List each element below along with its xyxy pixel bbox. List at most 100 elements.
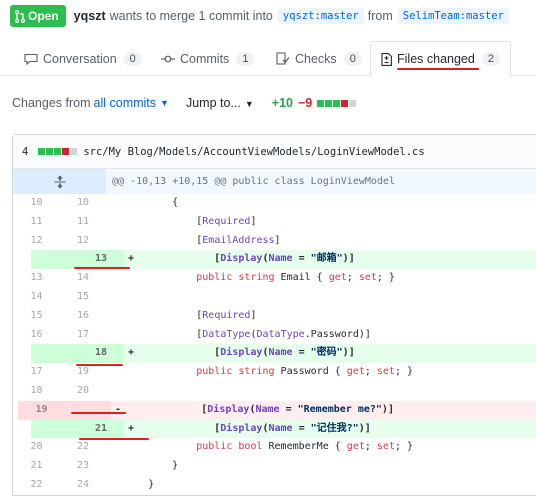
diff-marker: +	[128, 347, 135, 359]
code-line: }	[106, 476, 536, 495]
file-path[interactable]: src/My Blog/Models/AccountViewModels/Log…	[83, 146, 424, 158]
new-line-number[interactable]: 21	[78, 419, 124, 439]
old-line-number[interactable]: 11	[13, 213, 60, 232]
comment-icon	[24, 53, 38, 65]
code-text: [DataType(DataType.Password)]	[124, 328, 371, 340]
code-text: public bool RememberMe { get; set; }	[196, 441, 414, 453]
jump-to-dropdown[interactable]: Jump to... ▼	[186, 96, 254, 110]
tab-checks[interactable]: Checks 0	[276, 41, 362, 76]
code-text: public string Email { get; set; }	[196, 272, 395, 284]
old-line-number[interactable]: 21	[13, 457, 60, 476]
annotation-underline	[79, 438, 149, 440]
code-text: }	[124, 460, 179, 472]
code-text: [Required]	[124, 309, 257, 321]
code-text: [Required]	[124, 215, 257, 227]
pull-request-icon	[15, 9, 25, 23]
diff-context-line: 13 14 public string Email { get; set; }	[13, 269, 536, 288]
old-line-number[interactable]: 22	[13, 476, 60, 495]
code-line: {	[106, 194, 536, 213]
code-line: }	[106, 457, 536, 476]
code-line: + [Display(Name = "记住我?")]	[124, 419, 536, 439]
new-line-number[interactable]	[65, 400, 111, 420]
from-text: from	[367, 9, 393, 23]
diff-context-line: 20 22 public bool RememberMe { get; set; …	[13, 438, 536, 457]
file-diffstat-blocks	[38, 148, 78, 155]
old-line-number[interactable]: 20	[13, 438, 60, 457]
code-line: public string Password { get; set; }	[106, 363, 536, 382]
diff-toolbar: Changes from all commits ▼ Jump to... ▼ +…	[12, 96, 357, 110]
deletions-count: −9	[297, 96, 313, 110]
tab-conversation[interactable]: Conversation 0	[24, 41, 142, 76]
new-line-number[interactable]: 24	[60, 476, 106, 495]
code-text: [EmailAddress]	[124, 234, 281, 246]
chevron-down-icon: ▼	[244, 99, 254, 109]
old-line-number[interactable]: 17	[13, 363, 60, 382]
hunk-header-text: @@ -10,13 +10,15 @@ public class LoginVi…	[112, 176, 395, 187]
old-line-number[interactable]: 13	[13, 269, 60, 288]
tab-commits[interactable]: Commits 1	[161, 41, 255, 76]
base-branch[interactable]: yqszt:master	[277, 8, 364, 24]
code-text: public string Password { get; set; }	[196, 366, 414, 378]
new-line-number[interactable]: 18	[78, 344, 124, 364]
diff-context-line: 14 15	[13, 288, 536, 307]
new-line-number[interactable]: 22	[60, 438, 106, 457]
code-line: [Required]	[106, 307, 536, 326]
code-text: [Display(Name = "记住我?")]	[142, 422, 371, 434]
diffstat-blocks	[317, 99, 357, 107]
annotation-underline	[397, 68, 479, 70]
code-text: {	[124, 197, 179, 208]
tab-label: Checks	[295, 51, 337, 66]
code-text: [Display(Name = "Remember me?")]	[129, 403, 394, 415]
tab-label: Conversation	[43, 51, 117, 66]
new-line-number[interactable]: 12	[60, 232, 106, 251]
changes-from-label: Changes from	[12, 96, 91, 110]
additions-count: +10	[271, 96, 293, 110]
old-line-number[interactable]: 10	[13, 194, 60, 213]
old-line-number[interactable]	[31, 344, 78, 364]
new-line-number[interactable]: 10	[60, 194, 106, 213]
file-change-count: 4	[22, 145, 29, 158]
annotation-underline	[74, 267, 130, 269]
annotation-underline	[71, 412, 126, 414]
new-line-number[interactable]: 11	[60, 213, 106, 232]
diff-context-line: 18 20	[13, 382, 536, 401]
old-line-number[interactable]: 16	[13, 326, 60, 345]
diff-context-line: 11 11 [Required]	[13, 213, 536, 232]
old-line-number[interactable]: 18	[13, 382, 60, 401]
state-label: Open	[28, 9, 59, 23]
new-line-number[interactable]: 16	[60, 307, 106, 326]
old-line-number[interactable]: 15	[13, 307, 60, 326]
author-link[interactable]: yqszt	[74, 9, 106, 23]
diff-context-line: 12 12 [EmailAddress]	[13, 232, 536, 251]
diff-addition-line: 18 + [Display(Name = "密码")]	[31, 344, 536, 364]
expand-icon[interactable]	[13, 169, 106, 194]
diff-marker: +	[128, 422, 135, 434]
code-line: public string Email { get; set; }	[106, 269, 536, 288]
chevron-down-icon: ▼	[160, 98, 169, 108]
old-line-number[interactable]	[31, 419, 78, 439]
jump-to-label: Jump to...	[185, 96, 241, 110]
diff-context-line: 21 23 }	[13, 457, 536, 476]
old-line-number[interactable]: 19	[18, 400, 65, 420]
new-line-number[interactable]: 17	[60, 326, 106, 345]
code-line: [DataType(DataType.Password)]	[106, 326, 536, 345]
code-line: [EmailAddress]	[106, 232, 536, 251]
hunk-header: @@ -10,13 +10,15 @@ public class LoginVi…	[13, 169, 536, 194]
old-line-number[interactable]: 14	[13, 288, 60, 307]
new-line-number[interactable]: 14	[60, 269, 106, 288]
code-line: [Required]	[106, 213, 536, 232]
diff-context-line: 15 16 [Required]	[13, 307, 536, 326]
merge-text: wants to merge 1 commit into	[109, 9, 273, 23]
new-line-number[interactable]: 15	[60, 288, 106, 307]
diff-marker: -	[115, 403, 122, 415]
new-line-number[interactable]: 23	[60, 457, 106, 476]
tab-files-changed[interactable]: Files changed 2	[370, 41, 511, 77]
all-commits-dropdown[interactable]: all commits	[94, 96, 157, 110]
checklist-icon	[276, 52, 290, 65]
new-line-number[interactable]: 20	[60, 382, 106, 401]
old-line-number[interactable]: 12	[13, 232, 60, 251]
head-branch[interactable]: SelimTeam:master	[397, 8, 509, 24]
old-line-number[interactable]	[31, 250, 78, 270]
